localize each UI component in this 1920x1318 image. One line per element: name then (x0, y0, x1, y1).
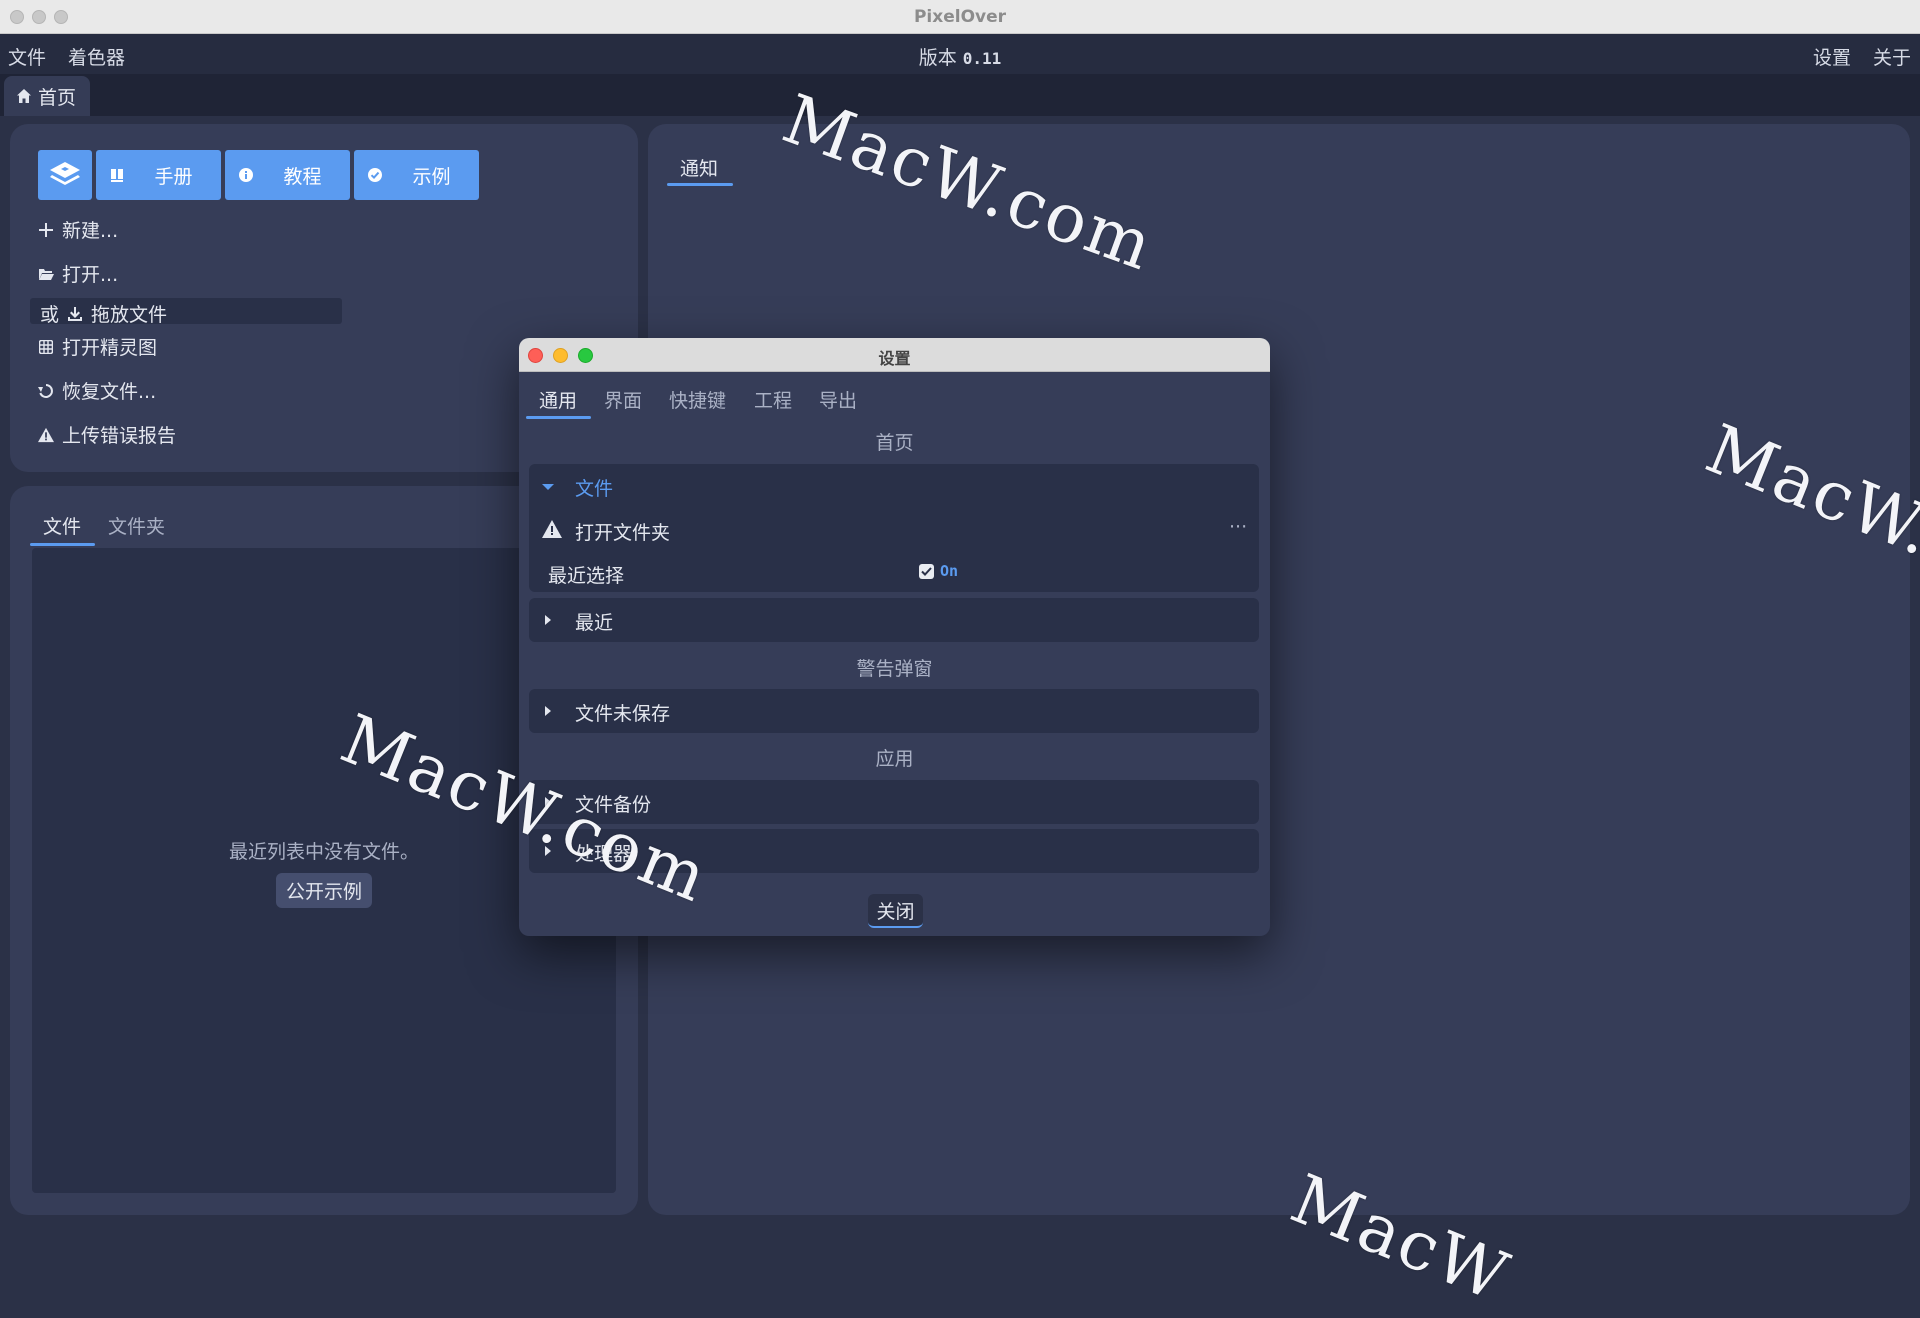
settings-tab-general-underline (526, 416, 591, 419)
upload-error-report-action[interactable]: 上传错误报告 (38, 421, 176, 448)
dialog-title: 设置 (878, 349, 911, 368)
unsaved-file-group[interactable]: 文件未保存 (529, 689, 1259, 733)
section-warning-popups: 警告弹窗 (856, 658, 933, 680)
version-text: 版本 (918, 47, 957, 69)
new-action[interactable]: 新建... (38, 216, 118, 243)
tab-notifications-underline (667, 183, 733, 186)
open-examples-button[interactable]: 公开示例 (276, 873, 373, 908)
open-action[interactable]: 打开... (38, 260, 118, 287)
file-group: 文件 打开文件夹 ··· 最近选择 On (529, 464, 1259, 592)
window-title: PixelOver (913, 7, 1007, 27)
new-label: 新建... (62, 220, 119, 242)
file-group-label[interactable]: 文件 (575, 474, 613, 501)
unsaved-file-group-label: 文件未保存 (575, 703, 671, 725)
tab-home[interactable]: 首页 (4, 76, 90, 116)
folder-open-icon (38, 267, 54, 281)
app-menubar: 文件 着色器 版本 0.11 设置 关于 (0, 34, 1920, 74)
open-spritesheet-label: 打开精灵图 (62, 337, 158, 359)
warning-icon (38, 427, 54, 443)
expand-right-icon (545, 706, 551, 716)
version-number: 0.11 (962, 49, 1002, 68)
home-icon (17, 89, 31, 103)
examples-label: 示例 (412, 165, 451, 188)
tutorial-button[interactable]: 教程 (225, 150, 350, 200)
upload-error-report-label: 上传错误报告 (62, 425, 177, 447)
logo-button[interactable] (38, 150, 92, 200)
manual-button[interactable]: 手册 (96, 150, 221, 200)
recent-select-value: On (940, 562, 959, 580)
settings-tab-project[interactable]: 工程 (754, 386, 792, 413)
warning-icon (542, 520, 562, 538)
expand-right-icon (545, 615, 551, 625)
recent-group-label: 最近 (575, 612, 614, 634)
book-icon (108, 166, 126, 184)
download-icon (67, 306, 83, 322)
examples-button[interactable]: 示例 (354, 150, 479, 200)
check-circle-icon (366, 166, 384, 184)
tab-files[interactable]: 文件 (43, 512, 81, 539)
tab-files-underline (30, 543, 95, 546)
open-spritesheet-action[interactable]: 打开精灵图 (38, 333, 157, 360)
layers-logo-icon (50, 162, 80, 185)
drop-files-hint: 或 拖放文件 (40, 300, 167, 327)
more-options-button[interactable]: ··· (1229, 516, 1247, 538)
or-label: 或 (40, 304, 60, 326)
close-button-label: 关闭 (876, 900, 915, 923)
open-folder-label: 打开文件夹 (575, 522, 671, 544)
recover-files-action[interactable]: 恢复文件... (38, 377, 156, 404)
tab-notifications[interactable]: 通知 (680, 154, 718, 181)
settings-tab-interface[interactable]: 界面 (604, 386, 642, 413)
open-label: 打开... (62, 264, 119, 286)
settings-tab-shortcuts[interactable]: 快捷键 (669, 386, 726, 413)
section-application: 应用 (875, 748, 914, 770)
grid-icon (38, 339, 54, 354)
plus-icon (38, 222, 54, 237)
settings-tab-export[interactable]: 导出 (819, 386, 857, 413)
restore-icon (38, 383, 54, 399)
checkmark-icon (921, 567, 932, 576)
version-label: 版本 0.11 (0, 43, 1920, 70)
menu-about[interactable]: 关于 (1873, 43, 1911, 70)
info-icon (237, 166, 255, 184)
recover-files-label: 恢复文件... (62, 381, 157, 403)
close-button[interactable]: 关闭 (868, 894, 923, 928)
dialog-titlebar: 设置 (519, 338, 1270, 372)
section-home: 首页 (875, 432, 914, 454)
drop-files-label: 拖放文件 (91, 304, 168, 326)
recent-group[interactable]: 最近 (529, 598, 1259, 642)
tab-folders[interactable]: 文件夹 (108, 512, 165, 539)
window-titlebar: PixelOver (0, 0, 1920, 34)
expand-down-icon[interactable] (542, 484, 554, 490)
settings-tab-general[interactable]: 通用 (539, 386, 577, 413)
tab-bar: 首页 (0, 74, 1920, 116)
tab-home-label: 首页 (38, 86, 77, 109)
menu-settings[interactable]: 设置 (1813, 43, 1851, 70)
recent-select-label: 最近选择 (548, 565, 625, 587)
recent-select-checkbox[interactable] (919, 564, 934, 579)
manual-label: 手册 (154, 165, 193, 188)
tutorial-label: 教程 (283, 165, 322, 188)
